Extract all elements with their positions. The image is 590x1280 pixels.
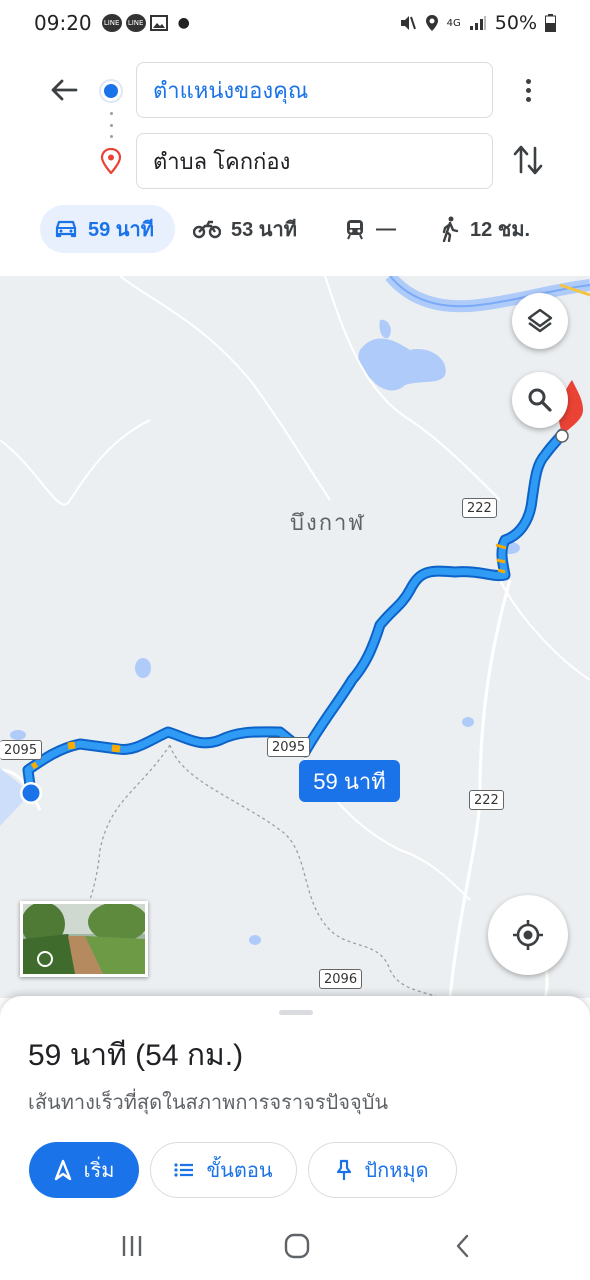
system-back-button[interactable]	[443, 1231, 483, 1261]
swap-directions-icon[interactable]	[511, 142, 545, 178]
steps-label: ขั้นตอน	[206, 1160, 273, 1182]
tab-motorcycle[interactable]: 53 นาที	[193, 205, 297, 253]
pushpin-icon	[337, 1159, 352, 1180]
train-icon	[347, 220, 363, 240]
location-icon	[425, 15, 438, 31]
walking-icon	[442, 216, 459, 242]
pin-label: ปักหมุด	[364, 1160, 429, 1182]
my-location-button[interactable]	[488, 895, 568, 975]
battery-level: 50%	[494, 12, 537, 34]
sheet-drag-handle[interactable]	[279, 1010, 313, 1015]
street-view-thumbnail[interactable]	[20, 901, 148, 977]
tab-walking[interactable]: 12 ชม.	[440, 205, 530, 253]
gallery-notification-icon	[149, 15, 168, 31]
layers-icon	[527, 308, 553, 333]
car-icon	[55, 220, 77, 238]
travel-mode-tabs: 59 นาที 53 นาที — 12 ชม.	[0, 205, 590, 253]
recent-apps-button[interactable]	[112, 1231, 152, 1261]
road-shield: 222	[462, 498, 497, 518]
network-type: 4G	[446, 17, 461, 29]
map-place-label: บึงกาฬ	[290, 510, 366, 535]
road-shield: 222	[469, 790, 504, 810]
arrow-back-icon	[51, 79, 78, 101]
signal-icon	[469, 16, 486, 30]
tab-transit[interactable]: —	[344, 205, 396, 253]
driving-time: 59 นาที	[88, 219, 154, 241]
destination-text: ตำบล โคกก่อง	[153, 148, 291, 174]
pin-button[interactable]: ปักหมุด	[308, 1142, 457, 1198]
route-connector	[108, 112, 114, 138]
line-notification-icon: LINE	[101, 14, 122, 32]
origin-text: ตำแหน่งของคุณ	[153, 77, 309, 103]
destination-pin-icon	[100, 148, 122, 174]
list-icon	[174, 1163, 194, 1177]
tab-driving[interactable]: 59 นาที	[40, 205, 175, 253]
clock: 09:20	[34, 11, 92, 35]
crosshair-icon	[513, 920, 543, 950]
road-shield: 2095	[267, 737, 311, 757]
navigation-arrow-icon	[54, 1159, 71, 1181]
motorcycle-time: 53 นาที	[231, 219, 297, 241]
start-navigation-button[interactable]: เริ่ม	[29, 1142, 139, 1198]
walking-time: 12 ชม.	[470, 219, 531, 241]
origin-marker-icon	[101, 81, 121, 101]
more-options-button[interactable]	[512, 74, 544, 106]
map-view[interactable]: บึงกาฬ 222 2095 2095 222 2096 59 นาที	[0, 276, 590, 998]
back-button[interactable]	[46, 72, 82, 108]
more-notifications-icon: ●	[177, 15, 190, 31]
chevron-left-icon	[456, 1234, 469, 1258]
mute-icon	[400, 16, 416, 30]
motorcycle-icon	[193, 220, 221, 239]
status-bar: 09:20 LINE LINE ● 4G 50%	[0, 0, 590, 46]
search-icon	[528, 388, 552, 412]
map-canvas	[0, 276, 590, 998]
home-icon	[284, 1233, 310, 1259]
steps-button[interactable]: ขั้นตอน	[150, 1142, 297, 1198]
route-time-bubble[interactable]: 59 นาที	[299, 760, 400, 802]
search-along-route-button[interactable]	[512, 372, 568, 428]
route-description: เส้นทางเร็วที่สุดในสภาพการจราจรปัจจุบัน	[28, 1092, 389, 1114]
road-shield: 2096	[319, 969, 363, 989]
battery-icon	[545, 14, 556, 32]
route-time-label: 59 นาที	[313, 768, 386, 794]
route-summary: 59 นาที (54 กม.)	[28, 1039, 244, 1072]
system-navigation-bar	[0, 1215, 590, 1280]
recent-apps-icon	[122, 1236, 142, 1256]
line-notification-icon: LINE	[125, 14, 146, 32]
street-view-image	[23, 904, 145, 974]
layers-button[interactable]	[512, 293, 568, 349]
transit-time: —	[376, 217, 396, 240]
destination-input[interactable]: ตำบล โคกก่อง	[136, 133, 493, 189]
home-button[interactable]	[277, 1231, 317, 1261]
origin-input[interactable]: ตำแหน่งของคุณ	[136, 62, 493, 118]
start-label: เริ่ม	[83, 1160, 115, 1182]
road-shield: 2095	[0, 740, 43, 760]
